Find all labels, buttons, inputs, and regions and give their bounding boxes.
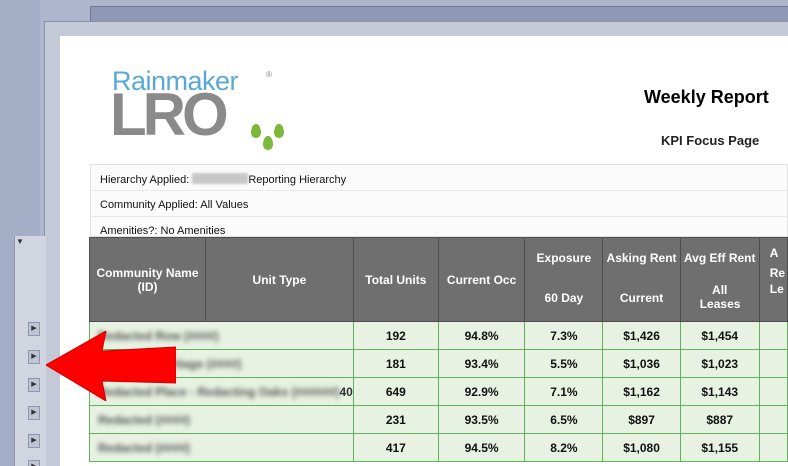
row-expander-icon[interactable]: ▶	[28, 406, 40, 420]
col-header-asking-rent[interactable]: Asking Rent Current	[602, 237, 681, 322]
col-header-next-bottom: Le	[769, 282, 784, 296]
next-cell	[758, 433, 788, 462]
community-name: Redacted (####)	[98, 440, 191, 455]
current-occ-cell: 94.5%	[437, 433, 526, 462]
asking-rent-cell: $1,080	[602, 433, 681, 462]
table-row[interactable]: Redacted Row (####) 192 94.8% 7.3% $1,42…	[89, 321, 788, 350]
table-row[interactable]: Redacted (####) 417 94.5% 8.2% $1,080 $1…	[89, 433, 788, 462]
col-header-current-occ[interactable]: Current Occ	[437, 237, 526, 322]
row-expander-icon[interactable]: ▶	[28, 378, 40, 392]
col-header-next-top: A	[769, 246, 779, 260]
total-units-cell: 192	[352, 321, 439, 350]
triangle-down-icon[interactable]: ▼	[15, 237, 25, 247]
col-header-asking-bottom: Current	[619, 291, 664, 305]
window-top-strip	[90, 6, 788, 22]
logo-text-lro: LRO	[110, 81, 229, 148]
row-expander-icon[interactable]: ▶	[28, 350, 40, 364]
hierarchy-label: Hierarchy Applied:	[100, 174, 190, 186]
avg-eff-rent-cell: $1,023	[679, 349, 760, 378]
hierarchy-value: Reporting Hierarchy	[248, 174, 347, 186]
hierarchy-line: Hierarchy Applied: Reporting Hierarchy	[91, 165, 788, 191]
avg-eff-rent-cell: $1,143	[679, 377, 760, 406]
amenities-value: No Amenities	[160, 225, 226, 237]
exposure-cell: 7.3%	[524, 321, 604, 350]
rainmaker-lro-logo: Rainmaker ® LRO	[110, 66, 284, 150]
col-header-unit-type[interactable]: Unit Type	[205, 237, 354, 322]
filter-summary: Hierarchy Applied: Reporting Hierarchy C…	[90, 164, 788, 237]
raindrop-icon	[274, 124, 284, 138]
table-header-row: Community Name (ID) Unit Type Total Unit…	[88, 237, 788, 322]
community-line: Community Applied: All Values	[91, 191, 788, 217]
community-cell: Redacted (####)	[89, 405, 354, 434]
col-header-avg-top: Avg Eff Rent	[683, 251, 756, 265]
total-units-cell: 417	[352, 433, 439, 462]
col-header-exposure-bottom: 60 Day	[544, 291, 584, 305]
report-subtitle: KPI Focus Page	[661, 133, 760, 148]
asking-rent-cell: $1,036	[602, 349, 681, 378]
next-cell	[758, 321, 788, 350]
kpi-table: Community Name (ID) Unit Type Total Unit…	[88, 237, 788, 462]
redacted-text	[192, 173, 249, 184]
community-label: Community Applied:	[100, 199, 198, 211]
total-units-cell: 231	[352, 405, 439, 434]
exposure-cell: 5.5%	[524, 349, 604, 378]
avg-eff-rent-cell: $887	[679, 405, 760, 434]
col-header-community[interactable]: Community Name (ID)	[88, 237, 207, 322]
row-expander-icon[interactable]: ▶	[28, 434, 40, 448]
table-row[interactable]: Redacted Place - Redacting Oaks (######)…	[89, 377, 788, 406]
raindrop-icon	[263, 136, 273, 150]
red-arrow-left-icon	[46, 331, 176, 401]
asking-rent-cell: $1,162	[602, 377, 681, 406]
exposure-cell: 8.2%	[524, 433, 604, 462]
next-cell	[758, 405, 788, 434]
asking-rent-cell: $897	[602, 405, 681, 434]
col-header-asking-top: Asking Rent	[606, 251, 677, 265]
report-title: Weekly Report	[644, 87, 769, 107]
avg-eff-rent-cell: $1,155	[679, 433, 760, 462]
row-expander-icon[interactable]: ▶	[28, 322, 40, 336]
col-header-avg-bottom: All Leases	[699, 283, 741, 311]
table-row[interactable]: Redacted Heritage (####) 181 93.4% 5.5% …	[89, 349, 788, 378]
row-expander-icon[interactable]: ▶	[28, 460, 40, 466]
col-header-next[interactable]: A Re Le	[758, 237, 788, 322]
community-trailing-text: 40	[339, 384, 353, 399]
next-cell	[758, 349, 788, 378]
community-name: Redacted (####)	[98, 412, 191, 427]
current-occ-cell: 93.4%	[437, 349, 526, 378]
total-units-cell: 181	[352, 349, 439, 378]
asking-rent-cell: $1,426	[602, 321, 681, 350]
community-cell: Redacted (####)	[89, 433, 354, 462]
community-value: All Values	[200, 199, 249, 211]
col-header-total-units[interactable]: Total Units	[352, 237, 439, 322]
col-header-avg-eff-rent[interactable]: Avg Eff Rent All Leases	[679, 237, 760, 322]
table-row[interactable]: Redacted (####) 231 93.5% 6.5% $897 $887	[89, 405, 788, 434]
current-occ-cell: 94.8%	[437, 321, 526, 350]
report-page: Rainmaker ® LRO Weekly Report KPI Focus …	[60, 36, 788, 466]
logo-reg-mark: ®	[266, 70, 272, 79]
col-header-next-mid: Re	[769, 266, 786, 280]
current-occ-cell: 92.9%	[437, 377, 526, 406]
exposure-cell: 6.5%	[524, 405, 604, 434]
avg-eff-rent-cell: $1,454	[679, 321, 760, 350]
next-cell	[758, 377, 788, 406]
raindrop-icon	[251, 124, 261, 138]
exposure-cell: 7.1%	[524, 377, 604, 406]
col-header-exposure-top: Exposure	[536, 251, 592, 265]
col-header-exposure[interactable]: Exposure 60 Day	[524, 237, 604, 322]
amenities-label: Amenities?:	[100, 225, 158, 237]
total-units-cell: 649	[352, 377, 439, 406]
current-occ-cell: 93.5%	[437, 405, 526, 434]
